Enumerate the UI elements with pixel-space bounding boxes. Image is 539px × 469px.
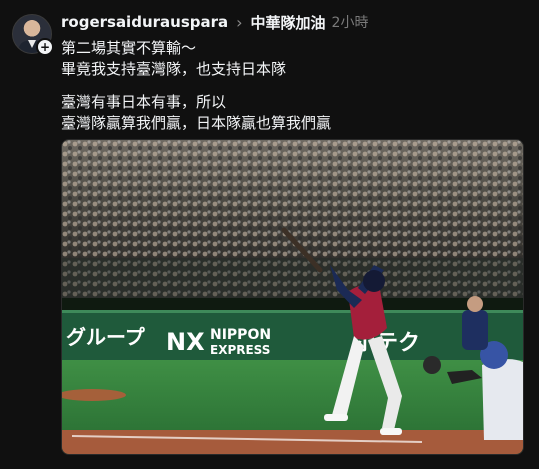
- catcher-mitt: [423, 356, 441, 374]
- post-photo[interactable]: グループ NX NIPPON EXPRESS ボテク: [61, 139, 524, 455]
- post-body: 第二場其實不算輸～ 畢竟我支持臺灣隊，也支持日本隊 臺灣有事日本有事，所以 臺灣…: [61, 38, 521, 134]
- baseball-photo-illustration: グループ NX NIPPON EXPRESS ボテク: [62, 140, 523, 454]
- umpire-head: [467, 296, 483, 312]
- topic-tag-link[interactable]: 中華隊加油: [251, 12, 326, 33]
- username-link[interactable]: rogersaidurauspara: [61, 13, 228, 31]
- catcher-body: [482, 359, 523, 440]
- ad-center-logo: NX: [166, 328, 205, 356]
- batter-helmet: [363, 270, 385, 292]
- post-header: rogersaidurauspara › 中華隊加油 2小時: [61, 12, 368, 32]
- plus-icon[interactable]: +: [36, 38, 54, 56]
- umpire-figure: [462, 296, 488, 350]
- photographers-row: [62, 258, 523, 298]
- post-line: 畢竟我支持臺灣隊，也支持日本隊: [61, 60, 287, 78]
- infield-dirt: [62, 430, 523, 454]
- batter-shoe-right: [380, 428, 402, 435]
- post-line: 臺灣有事日本有事，所以: [61, 93, 227, 111]
- chevron-right-icon: ›: [236, 12, 243, 32]
- post-line: 臺灣隊贏算我們贏，日本隊贏也算我們贏: [61, 114, 332, 132]
- ad-center-line2: EXPRESS: [210, 343, 270, 357]
- wall-trim: [62, 310, 523, 313]
- avatar-container[interactable]: +: [12, 14, 54, 56]
- ad-center-line1: NIPPON: [210, 327, 271, 343]
- threads-post: + rogersaidurauspara › 中華隊加油 2小時 第二場其實不算…: [0, 0, 539, 469]
- post-line: 第二場其實不算輸～: [61, 39, 197, 57]
- post-timestamp[interactable]: 2小時: [332, 12, 369, 32]
- batter-shoe-left: [324, 414, 348, 421]
- umpire-body: [462, 310, 488, 350]
- crowd-texture: [62, 140, 523, 270]
- ad-left-text: グループ: [66, 325, 146, 349]
